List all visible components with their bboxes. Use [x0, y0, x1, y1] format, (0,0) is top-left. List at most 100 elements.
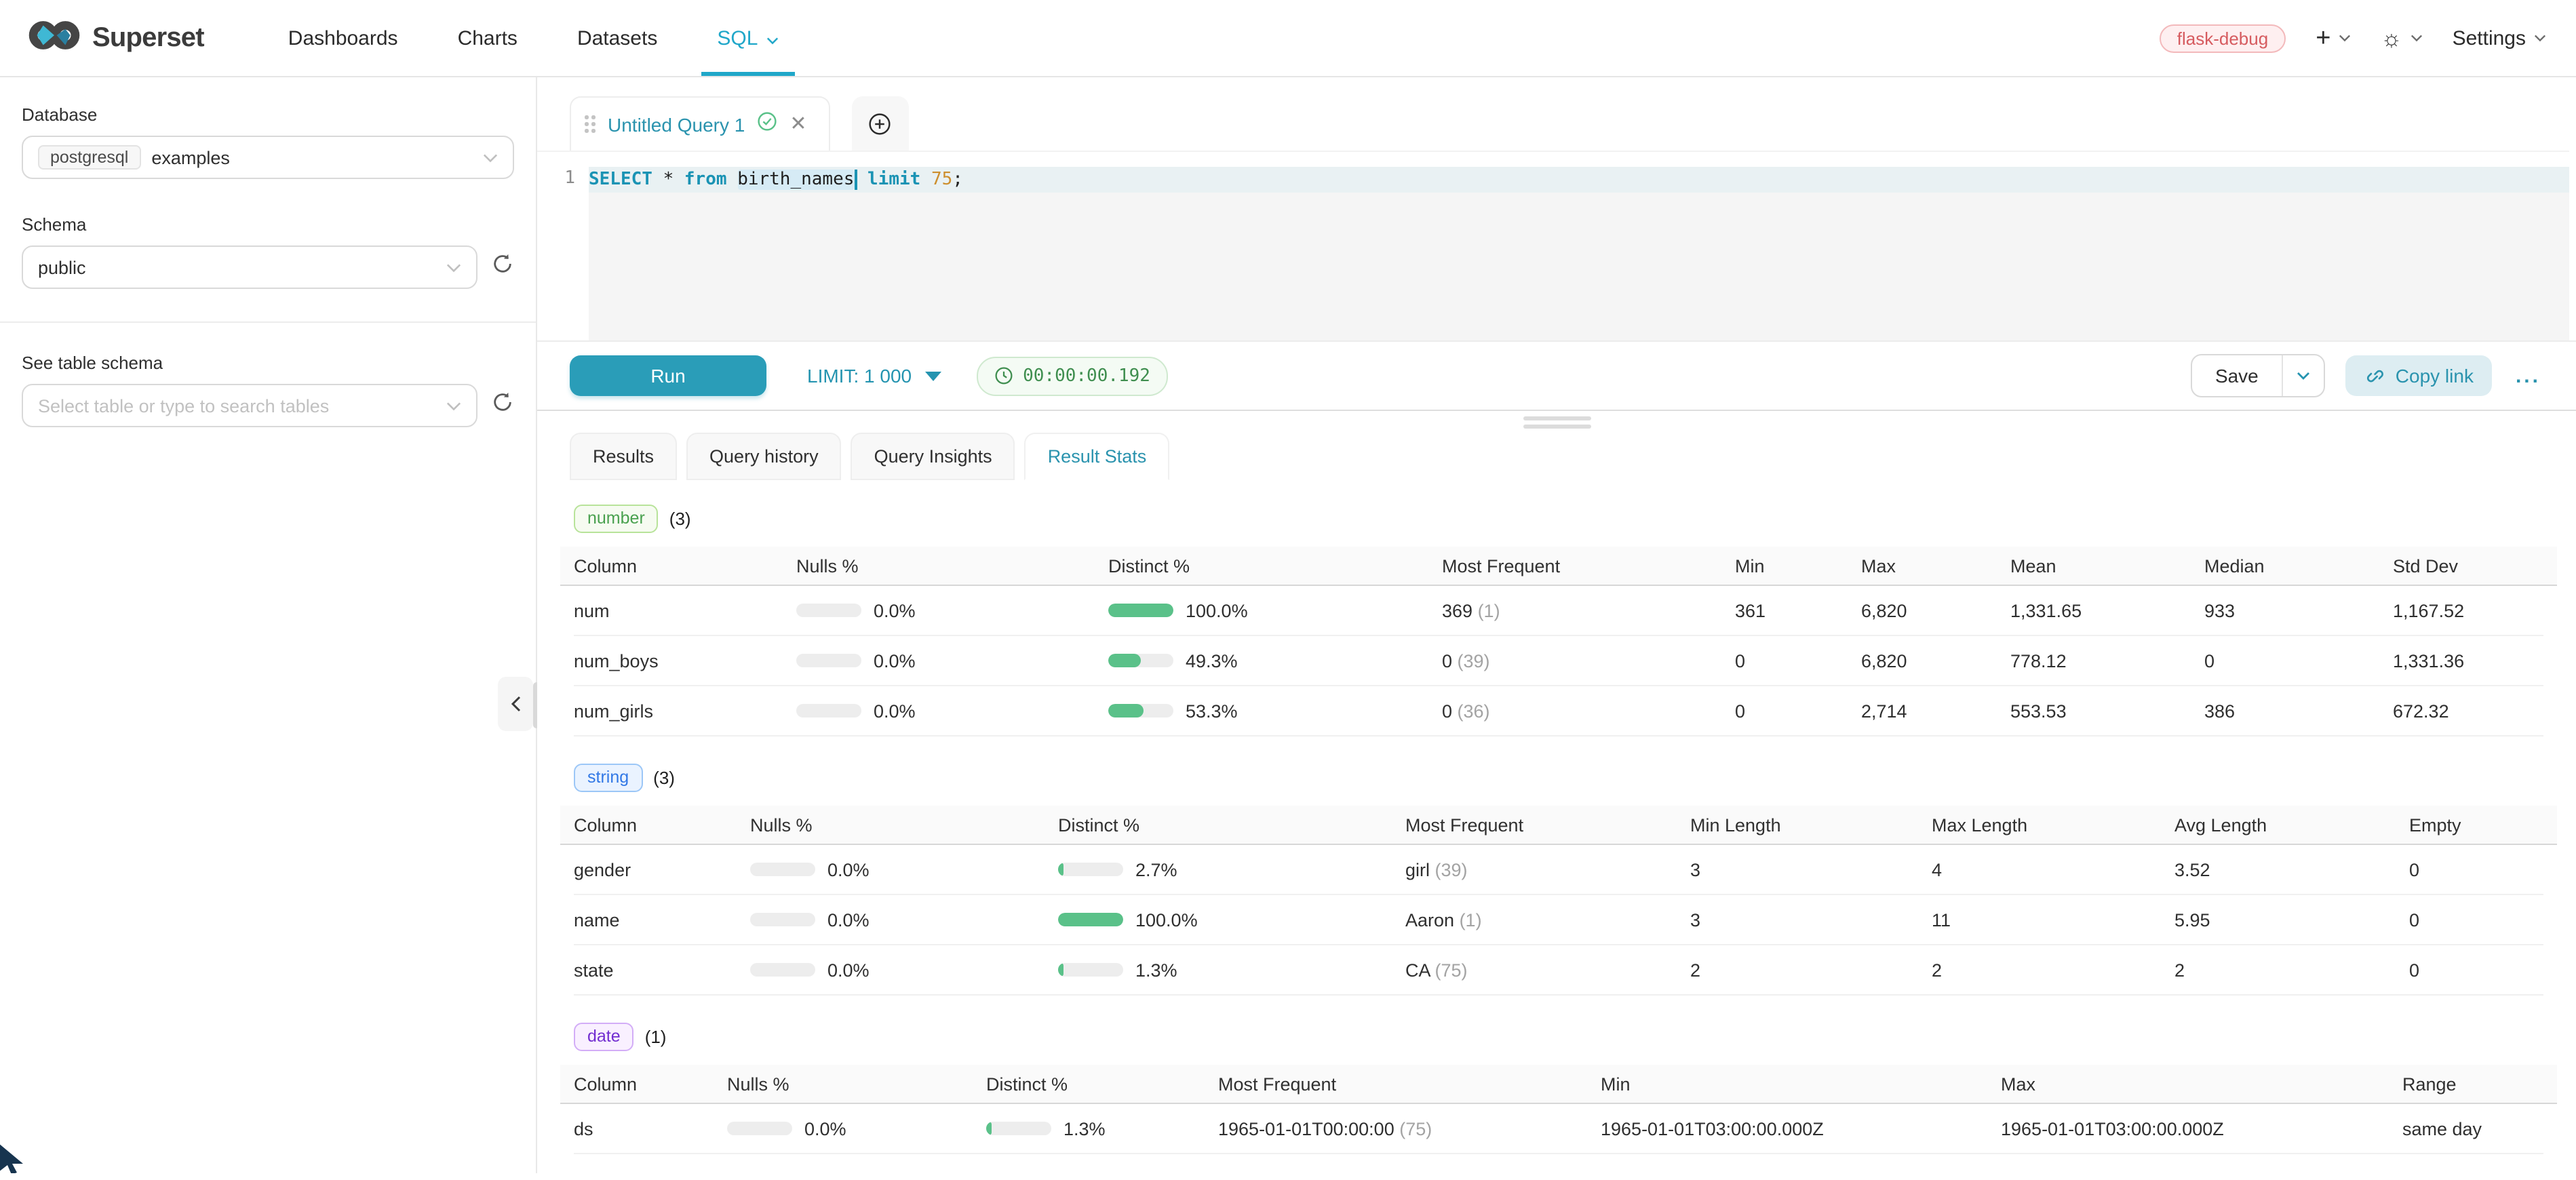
bar-track	[750, 863, 815, 876]
column-header: Distinct %	[1108, 555, 1442, 576]
sql-code-line: SELECT * from birth_names limit 75;	[589, 167, 2569, 193]
active-tab-underline	[701, 72, 794, 76]
table-select[interactable]: Select table or type to search tables	[22, 384, 477, 427]
most-frequent-count: (75)	[1430, 960, 1468, 980]
sql-editor[interactable]: 1 SELECT * from birth_names limit 75;	[537, 151, 2569, 340]
bar-track	[796, 604, 861, 617]
stat-bar: 0.0%	[750, 909, 1058, 930]
sidebar-divider	[0, 321, 536, 323]
run-query-button[interactable]: Run	[570, 355, 766, 396]
bar-label: 53.3%	[1186, 701, 1238, 721]
cell-distinct: 1.3%	[1058, 960, 1405, 980]
most-frequent-value: 0	[1442, 701, 1452, 721]
save-button[interactable]: Save	[2192, 355, 2282, 396]
cell-most-frequent: 369 (1)	[1442, 600, 1735, 621]
cell-most-frequent: girl (39)	[1405, 859, 1690, 880]
column-count: (1)	[645, 1027, 667, 1047]
sql-token: limit	[867, 170, 920, 190]
schema-select[interactable]: public	[22, 245, 477, 289]
nav-item-charts[interactable]: Charts	[428, 0, 547, 76]
column-header: Nulls %	[796, 555, 1108, 576]
most-frequent-count: (36)	[1452, 701, 1490, 721]
cell-distinct: 2.7%	[1058, 859, 1405, 880]
editor-gutter: 1	[537, 152, 589, 340]
column-header: Most Frequent	[1218, 1074, 1601, 1094]
refresh-schema-icon[interactable]	[491, 252, 514, 282]
result-stats-panel: number(3) Column Nulls %Distinct % Most Fre…	[537, 480, 2576, 1154]
collapse-sidebar-button[interactable]	[498, 677, 533, 731]
close-tab-icon[interactable]: ✕	[789, 114, 806, 134]
column-header: Empty	[2409, 814, 2543, 835]
sqllab-left-panel: Database postgresql examples Schema publ…	[0, 77, 537, 1173]
nav-item-sql[interactable]: SQL	[687, 0, 808, 76]
nav-item-dashboards[interactable]: Dashboards	[258, 0, 428, 76]
bar-label: 0.0%	[874, 701, 916, 721]
tab-query-history[interactable]: Query history	[686, 433, 842, 480]
brand[interactable]: Superset	[27, 18, 204, 58]
sql-token	[727, 170, 738, 190]
database-select[interactable]: postgresql examples	[22, 136, 514, 179]
theme-menu[interactable]: ☼	[2381, 26, 2422, 50]
query-tab[interactable]: Untitled Query 1 ✕	[570, 96, 830, 151]
cell-value: 2	[2174, 960, 2409, 980]
table-row: num_boys0.0%49.3%0 (39)06,820778.1201,33…	[574, 636, 2543, 686]
stat-bar: 1.3%	[1058, 960, 1405, 980]
results-tabbar: Results Query history Query Insights Res…	[570, 433, 2576, 480]
cell-distinct: 49.3%	[1108, 650, 1442, 671]
copy-link-button[interactable]: Copy link	[2345, 355, 2493, 396]
column-header: Max Length	[1932, 814, 2174, 835]
bar-label: 0.0%	[827, 960, 870, 980]
cell-nulls: 0.0%	[796, 701, 1108, 721]
table-row: num0.0%100.0%369 (1)3616,8201,331.659331…	[574, 586, 2543, 636]
nav-item-datasets[interactable]: Datasets	[547, 0, 687, 76]
cell-most-frequent: 0 (36)	[1442, 701, 1735, 721]
tab-query-insights[interactable]: Query Insights	[851, 433, 1015, 480]
cell-value: 0	[2409, 960, 2543, 980]
splitter-drag-handle[interactable]	[1523, 416, 1591, 429]
query-success-check-icon	[757, 111, 777, 138]
cell-value: 3	[1690, 859, 1932, 880]
settings-menu[interactable]: Settings	[2453, 26, 2546, 50]
refresh-tables-icon[interactable]	[491, 391, 514, 420]
cell-value: 1965-01-01T03:00:00.000Z	[2001, 1118, 2402, 1139]
bar-fill	[1108, 604, 1173, 617]
cell-value: 1,331.36	[2393, 650, 2543, 671]
section-badge-row: number(3)	[574, 505, 2543, 533]
editor-toolbar: Run LIMIT: 1 000 00:00:00.192 Save	[537, 340, 2576, 411]
cell-value: 553.53	[2010, 701, 2204, 721]
caret-down-icon	[925, 371, 941, 380]
cell-distinct: 1.3%	[986, 1118, 1218, 1139]
drag-handle-icon[interactable]	[585, 115, 596, 133]
new-query-tab-button[interactable]	[852, 96, 909, 151]
most-frequent-count: (1)	[1472, 600, 1500, 621]
more-actions-button[interactable]: ...	[2516, 364, 2541, 387]
stat-bar: 53.3%	[1108, 701, 1442, 721]
cell-nulls: 0.0%	[750, 909, 1058, 930]
limit-dropdown[interactable]: LIMIT: 1 000	[807, 365, 941, 387]
cell-nulls: 0.0%	[796, 650, 1108, 671]
cell-value: 6,820	[1861, 650, 2010, 671]
bar-label: 100.0%	[1186, 600, 1248, 621]
editor-empty-area[interactable]	[589, 193, 2569, 340]
cell-most-frequent: 1965-01-01T00:00:00 (75)	[1218, 1118, 1601, 1139]
cell-value: 361	[1735, 600, 1861, 621]
cell-nulls: 0.0%	[750, 859, 1058, 880]
table-row: num_girls0.0%53.3%0 (36)02,714553.533866…	[574, 686, 2543, 736]
chevron-down-icon	[2297, 372, 2310, 380]
save-options-button[interactable]	[2282, 355, 2324, 396]
chevron-down-icon	[2534, 34, 2546, 42]
bar-track	[1058, 913, 1123, 926]
column-header: Range	[2402, 1074, 2543, 1094]
cell-distinct: 100.0%	[1108, 600, 1442, 621]
stats-section-number: number(3)ColumnNulls %Distinct %Most Fre…	[574, 505, 2543, 736]
chevron-down-icon	[2411, 34, 2423, 42]
tab-results[interactable]: Results	[570, 433, 677, 480]
column-header: Min	[1601, 1074, 2001, 1094]
new-item-menu[interactable]: +	[2316, 25, 2351, 51]
sqllab-main: Untitled Query 1 ✕ 1 SELECT * from birth…	[537, 77, 2576, 1173]
tab-result-stats[interactable]: Result Stats	[1025, 433, 1170, 480]
cell-value: 1,167.52	[2393, 600, 2543, 621]
column-header: Avg Length	[2174, 814, 2409, 835]
column-header: Column	[574, 1074, 727, 1094]
cell-value: 0	[1735, 650, 1861, 671]
